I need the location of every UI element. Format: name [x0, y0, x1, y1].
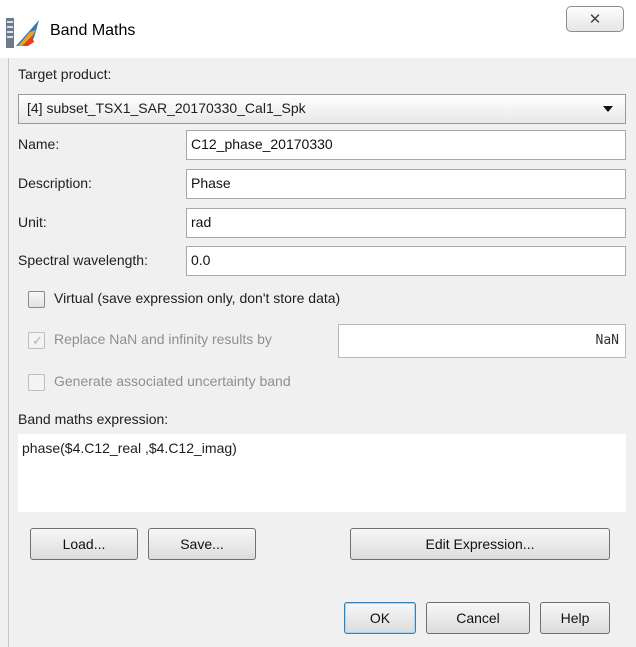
window-title: Band Maths	[50, 22, 136, 39]
wavelength-field[interactable]: 0.0	[186, 246, 626, 276]
virtual-checkbox[interactable]	[28, 291, 45, 308]
replace-nan-checkbox[interactable]: ✓	[28, 332, 45, 349]
target-product-select[interactable]: [4] subset_TSX1_SAR_20170330_Cal1_Spk	[18, 94, 626, 124]
chevron-down-icon	[603, 106, 613, 112]
replace-nan-value-field[interactable]: NaN	[338, 324, 626, 358]
expression-editor[interactable]: phase($4.C12_real ,$4.C12_imag)	[18, 434, 626, 512]
close-button[interactable]: ✕	[566, 6, 624, 32]
snap-app-icon	[6, 18, 39, 48]
unit-label: Unit:	[18, 214, 47, 230]
title-bar: Band Maths ✕	[0, 0, 636, 58]
cancel-button[interactable]: Cancel	[426, 602, 530, 634]
uncertainty-checkbox[interactable]	[28, 374, 45, 391]
check-icon: ✓	[32, 333, 43, 348]
unit-field[interactable]: rad	[186, 208, 626, 238]
wavelength-label: Spectral wavelength:	[18, 252, 148, 268]
ok-button[interactable]: OK	[344, 602, 416, 634]
replace-nan-label: Replace NaN and infinity results by	[54, 331, 272, 347]
description-label: Description:	[18, 175, 92, 191]
close-icon: ✕	[588, 11, 602, 28]
name-field[interactable]: C12_phase_20170330	[186, 130, 626, 160]
edit-expression-button[interactable]: Edit Expression...	[350, 528, 610, 560]
band-maths-dialog: Band Maths ✕ Target product: [4] subset_…	[0, 0, 636, 647]
name-label: Name:	[18, 136, 60, 152]
expression-label: Band maths expression:	[18, 411, 169, 427]
target-product-value: [4] subset_TSX1_SAR_20170330_Cal1_Spk	[27, 100, 306, 116]
help-button[interactable]: Help	[540, 602, 610, 634]
virtual-label: Virtual (save expression only, don't sto…	[54, 290, 341, 306]
description-field[interactable]: Phase	[186, 169, 626, 199]
save-button[interactable]: Save...	[148, 528, 256, 560]
target-product-label: Target product:	[18, 66, 112, 82]
load-button[interactable]: Load...	[30, 528, 138, 560]
uncertainty-label: Generate associated uncertainty band	[54, 373, 291, 389]
